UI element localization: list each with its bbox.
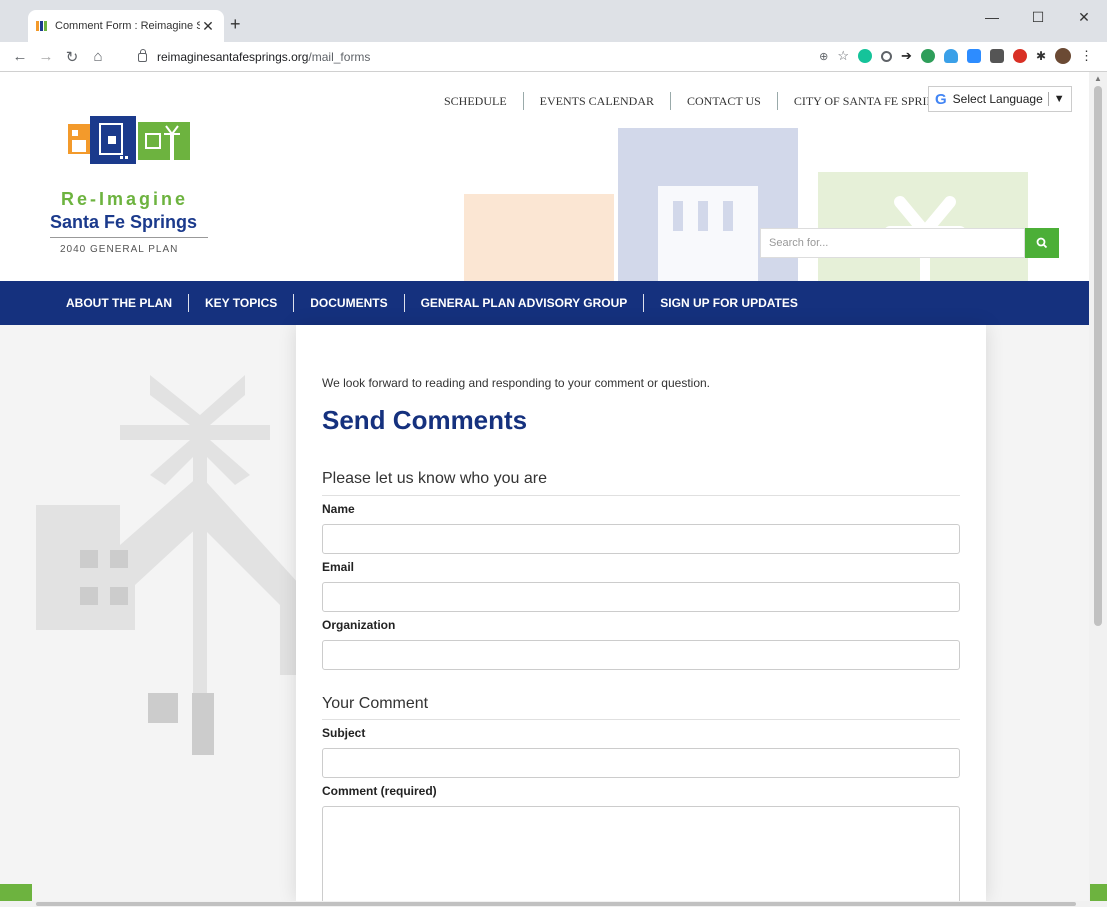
search-button[interactable] xyxy=(1025,228,1059,258)
favicon-icon xyxy=(36,21,48,31)
menu-dots-icon[interactable]: ⋮ xyxy=(1080,48,1093,64)
browser-toolbar: ← → ↻ ⌂ reimaginesantafesprings.org/mail… xyxy=(0,42,1107,72)
nav-about-the-plan[interactable]: ABOUT THE PLAN xyxy=(50,296,188,310)
zoom-app-icon[interactable] xyxy=(966,49,981,63)
lock-icon xyxy=(138,48,147,62)
section-heading-who: Please let us know who you are xyxy=(322,470,548,487)
browser-tab[interactable]: Comment Form : Reimagine Sant ✕ xyxy=(28,10,224,42)
divider xyxy=(293,294,295,312)
zoom-icon[interactable]: ⊕ xyxy=(819,50,828,63)
divider xyxy=(643,294,645,312)
vertical-scrollbar[interactable]: ▲ ▼ xyxy=(1089,72,1107,901)
top-link-events-calendar[interactable]: EVENTS CALENDAR xyxy=(524,94,670,109)
name-field[interactable] xyxy=(322,524,960,554)
nav-documents[interactable]: DOCUMENTS xyxy=(294,296,403,310)
extension-square-icon[interactable] xyxy=(989,49,1004,63)
horizontal-scrollbar[interactable] xyxy=(0,901,1107,907)
scrollbar-thumb[interactable] xyxy=(36,902,1076,906)
section-heading-comment: Your Comment xyxy=(322,695,429,712)
section-divider xyxy=(322,719,960,720)
logo-line-2: Santa Fe Springs xyxy=(50,212,198,232)
header-bg-orange-shape xyxy=(464,194,614,281)
footer-green-edge xyxy=(1090,884,1107,901)
extension-circle-icon[interactable] xyxy=(881,50,893,62)
divider xyxy=(1047,92,1049,106)
extension-green-icon[interactable] xyxy=(920,49,935,63)
nav-key-topics[interactable]: KEY TOPICS xyxy=(189,296,293,310)
logo-divider xyxy=(50,237,208,238)
background-palm-building-icon xyxy=(36,375,300,755)
chevron-down-icon: ▼ xyxy=(1053,93,1065,105)
logo-line-3: 2040 GENERAL PLAN xyxy=(60,244,179,255)
puzzle-icon[interactable]: ✱ xyxy=(1036,49,1046,63)
language-label: Select Language xyxy=(952,92,1043,106)
new-tab-icon[interactable]: + xyxy=(230,14,241,35)
comment-textarea[interactable] xyxy=(322,806,960,901)
tab-title: Comment Form : Reimagine Sant xyxy=(55,20,200,32)
google-icon: G xyxy=(935,90,947,108)
section-divider xyxy=(322,495,960,496)
maximize-icon[interactable]: ☐ xyxy=(1015,0,1061,34)
organization-label: Organization xyxy=(322,618,396,632)
subject-field[interactable] xyxy=(322,748,960,778)
bookmark-star-icon[interactable]: ☆ xyxy=(837,48,849,64)
cloud-icon[interactable] xyxy=(943,49,958,63)
profile-avatar-icon[interactable] xyxy=(1055,48,1071,64)
logo-line-1: Re-Imagine xyxy=(61,189,189,209)
search-input[interactable]: Search for... xyxy=(760,228,1025,258)
intro-text: We look forward to reading and respondin… xyxy=(322,376,710,390)
main-nav: ABOUT THE PLAN KEY TOPICS DOCUMENTS GENE… xyxy=(0,281,1089,325)
web-page: SCHEDULE EVENTS CALENDAR CONTACT US CITY… xyxy=(0,72,1089,901)
site-header: SCHEDULE EVENTS CALENDAR CONTACT US CITY… xyxy=(0,72,1089,281)
browser-titlebar: Comment Form : Reimagine Sant ✕ + — ☐ ✕ xyxy=(0,0,1107,42)
footer-green-edge xyxy=(0,884,32,901)
extension-red-icon[interactable] xyxy=(1012,49,1027,63)
scrollbar-thumb[interactable] xyxy=(1094,86,1102,626)
comment-label: Comment (required) xyxy=(322,784,437,798)
extensions-bar: ⊕ ☆ ➔ ✱ ⋮ xyxy=(819,48,1093,64)
minimize-icon[interactable]: — xyxy=(969,0,1015,34)
comment-form-card: We look forward to reading and respondin… xyxy=(296,325,986,901)
nav-sign-up-for-updates[interactable]: SIGN UP FOR UPDATES xyxy=(644,296,814,310)
divider xyxy=(403,294,405,312)
window-controls: — ☐ ✕ xyxy=(969,0,1107,34)
back-icon[interactable]: ← xyxy=(8,45,32,69)
subject-label: Subject xyxy=(322,726,366,740)
top-link-schedule[interactable]: SCHEDULE xyxy=(428,94,523,109)
organization-field[interactable] xyxy=(322,640,960,670)
home-icon[interactable]: ⌂ xyxy=(86,45,110,69)
close-window-icon[interactable]: ✕ xyxy=(1061,0,1107,34)
divider xyxy=(188,294,189,312)
language-select[interactable]: G Select Language ▼ xyxy=(928,86,1072,112)
close-tab-icon[interactable]: ✕ xyxy=(200,18,216,35)
forward-icon[interactable]: → xyxy=(34,45,58,69)
page-title: Send Comments xyxy=(322,405,528,435)
url-host: reimaginesantafesprings.org xyxy=(157,50,309,64)
nav-general-plan-advisory-group[interactable]: GENERAL PLAN ADVISORY GROUP xyxy=(405,296,644,310)
search-icon xyxy=(1036,237,1048,249)
share-arrow-icon[interactable]: ➔ xyxy=(901,48,912,64)
name-label: Name xyxy=(322,502,355,516)
scroll-up-icon[interactable]: ▲ xyxy=(1094,74,1102,83)
grammarly-icon[interactable] xyxy=(858,49,873,63)
email-field[interactable] xyxy=(322,582,960,612)
reload-icon[interactable]: ↻ xyxy=(60,45,84,69)
top-link-contact-us[interactable]: CONTACT US xyxy=(671,94,777,109)
email-label: Email xyxy=(322,560,355,574)
url-path: /mail_forms xyxy=(308,50,371,64)
top-links: SCHEDULE EVENTS CALENDAR CONTACT US CITY… xyxy=(428,92,966,110)
